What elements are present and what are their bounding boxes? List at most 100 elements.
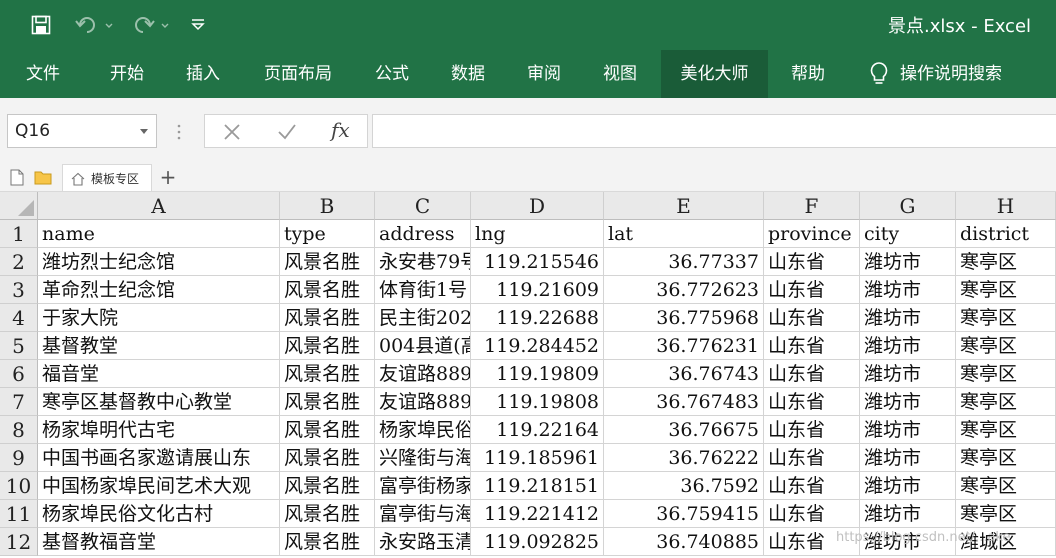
cell-g5[interactable]: 潍坊市 [860, 332, 956, 360]
cell-a5[interactable]: 基督教堂 [38, 332, 280, 360]
row-header-8[interactable]: 8 [0, 416, 38, 444]
cell-e11[interactable]: 36.759415 [604, 500, 764, 528]
cell-g4[interactable]: 潍坊市 [860, 304, 956, 332]
cell-h5[interactable]: 寒亭区 [956, 332, 1056, 360]
cell-f3[interactable]: 山东省 [764, 276, 860, 304]
cell-d6[interactable]: 119.19809 [471, 360, 604, 388]
column-header-a[interactable]: A [38, 192, 280, 220]
cell-b4[interactable]: 风景名胜 [280, 304, 375, 332]
cell-e9[interactable]: 36.76222 [604, 444, 764, 472]
cell-e7[interactable]: 36.767483 [604, 388, 764, 416]
cell-g3[interactable]: 潍坊市 [860, 276, 956, 304]
cell-c10[interactable]: 富亭街杨家 [375, 472, 471, 500]
cell-g10[interactable]: 潍坊市 [860, 472, 956, 500]
tab-data[interactable]: 数据 [436, 50, 500, 98]
enter-check-icon[interactable] [277, 123, 297, 145]
cell-h10[interactable]: 寒亭区 [956, 472, 1056, 500]
customize-qat-icon[interactable] [186, 9, 210, 41]
cell-a12[interactable]: 基督教福音堂 [38, 528, 280, 556]
cell-h8[interactable]: 寒亭区 [956, 416, 1056, 444]
cell-e8[interactable]: 36.76675 [604, 416, 764, 444]
column-header-e[interactable]: E [604, 192, 764, 220]
row-header-7[interactable]: 7 [0, 388, 38, 416]
column-header-b[interactable]: B [280, 192, 375, 220]
cell-g11[interactable]: 潍坊市 [860, 500, 956, 528]
cell-d11[interactable]: 119.221412 [471, 500, 604, 528]
row-header-2[interactable]: 2 [0, 248, 38, 276]
cell-a2[interactable]: 潍坊烈士纪念馆 [38, 248, 280, 276]
row-header-3[interactable]: 3 [0, 276, 38, 304]
cell-h6[interactable]: 寒亭区 [956, 360, 1056, 388]
cell-d10[interactable]: 119.218151 [471, 472, 604, 500]
cell-h1[interactable]: district [956, 220, 1056, 248]
column-header-h[interactable]: H [956, 192, 1056, 220]
row-header-4[interactable]: 4 [0, 304, 38, 332]
cell-c5[interactable]: 004县道(高 [375, 332, 471, 360]
row-header-9[interactable]: 9 [0, 444, 38, 472]
add-tab-button[interactable]: + [155, 164, 181, 191]
cell-b7[interactable]: 风景名胜 [280, 388, 375, 416]
cell-a3[interactable]: 革命烈士纪念馆 [38, 276, 280, 304]
tab-review[interactable]: 审阅 [512, 50, 576, 98]
cell-b6[interactable]: 风景名胜 [280, 360, 375, 388]
cell-d7[interactable]: 119.19808 [471, 388, 604, 416]
cell-c6[interactable]: 友谊路889 [375, 360, 471, 388]
lightbulb-icon[interactable] [864, 50, 894, 98]
tab-view[interactable]: 视图 [588, 50, 652, 98]
undo-icon[interactable] [70, 9, 118, 41]
cell-g8[interactable]: 潍坊市 [860, 416, 956, 444]
cell-h3[interactable]: 寒亭区 [956, 276, 1056, 304]
cell-h11[interactable]: 寒亭区 [956, 500, 1056, 528]
column-header-c[interactable]: C [375, 192, 471, 220]
folder-icon[interactable] [34, 170, 52, 189]
cell-b5[interactable]: 风景名胜 [280, 332, 375, 360]
cell-c4[interactable]: 民主街202 [375, 304, 471, 332]
insert-function-button[interactable]: fx [331, 118, 350, 142]
cell-e12[interactable]: 36.740885 [604, 528, 764, 556]
cell-f6[interactable]: 山东省 [764, 360, 860, 388]
tab-help[interactable]: 帮助 [778, 50, 838, 98]
cell-g9[interactable]: 潍坊市 [860, 444, 956, 472]
cell-b9[interactable]: 风景名胜 [280, 444, 375, 472]
cell-g7[interactable]: 潍坊市 [860, 388, 956, 416]
row-header-1[interactable]: 1 [0, 220, 38, 248]
cell-e2[interactable]: 36.77337 [604, 248, 764, 276]
cell-h9[interactable]: 寒亭区 [956, 444, 1056, 472]
cell-g1[interactable]: city [860, 220, 956, 248]
cell-f11[interactable]: 山东省 [764, 500, 860, 528]
column-header-g[interactable]: G [860, 192, 956, 220]
save-icon[interactable] [26, 9, 56, 41]
cell-d2[interactable]: 119.215546 [471, 248, 604, 276]
cell-f10[interactable]: 山东省 [764, 472, 860, 500]
cell-h7[interactable]: 寒亭区 [956, 388, 1056, 416]
cell-c11[interactable]: 富亭街与海 [375, 500, 471, 528]
cell-e1[interactable]: lat [604, 220, 764, 248]
cell-d9[interactable]: 119.185961 [471, 444, 604, 472]
row-header-6[interactable]: 6 [0, 360, 38, 388]
column-header-f[interactable]: F [764, 192, 860, 220]
cell-b12[interactable]: 风景名胜 [280, 528, 375, 556]
cell-a11[interactable]: 杨家埠民俗文化古村 [38, 500, 280, 528]
row-header-11[interactable]: 11 [0, 500, 38, 528]
tab-insert[interactable]: 插入 [170, 50, 236, 98]
cell-g2[interactable]: 潍坊市 [860, 248, 956, 276]
cell-b8[interactable]: 风景名胜 [280, 416, 375, 444]
cell-b1[interactable]: type [280, 220, 375, 248]
cell-c9[interactable]: 兴隆街与海 [375, 444, 471, 472]
cancel-icon[interactable] [223, 123, 241, 145]
cell-a7[interactable]: 寒亭区基督教中心教堂 [38, 388, 280, 416]
new-file-icon[interactable] [10, 169, 24, 190]
select-all-button[interactable] [0, 192, 38, 220]
tab-formulas[interactable]: 公式 [360, 50, 424, 98]
cell-a9[interactable]: 中国书画名家邀请展山东 [38, 444, 280, 472]
cell-c2[interactable]: 永安巷79号 [375, 248, 471, 276]
cell-d4[interactable]: 119.22688 [471, 304, 604, 332]
cell-c1[interactable]: address [375, 220, 471, 248]
tab-beautify-master[interactable]: 美化大师 [661, 50, 768, 98]
cell-a4[interactable]: 于家大院 [38, 304, 280, 332]
tab-file[interactable]: 文件 [10, 50, 76, 98]
name-box[interactable]: Q16 [7, 114, 157, 148]
tab-home[interactable]: 开始 [94, 50, 160, 98]
cell-d12[interactable]: 119.092825 [471, 528, 604, 556]
formula-input[interactable] [372, 114, 1056, 148]
